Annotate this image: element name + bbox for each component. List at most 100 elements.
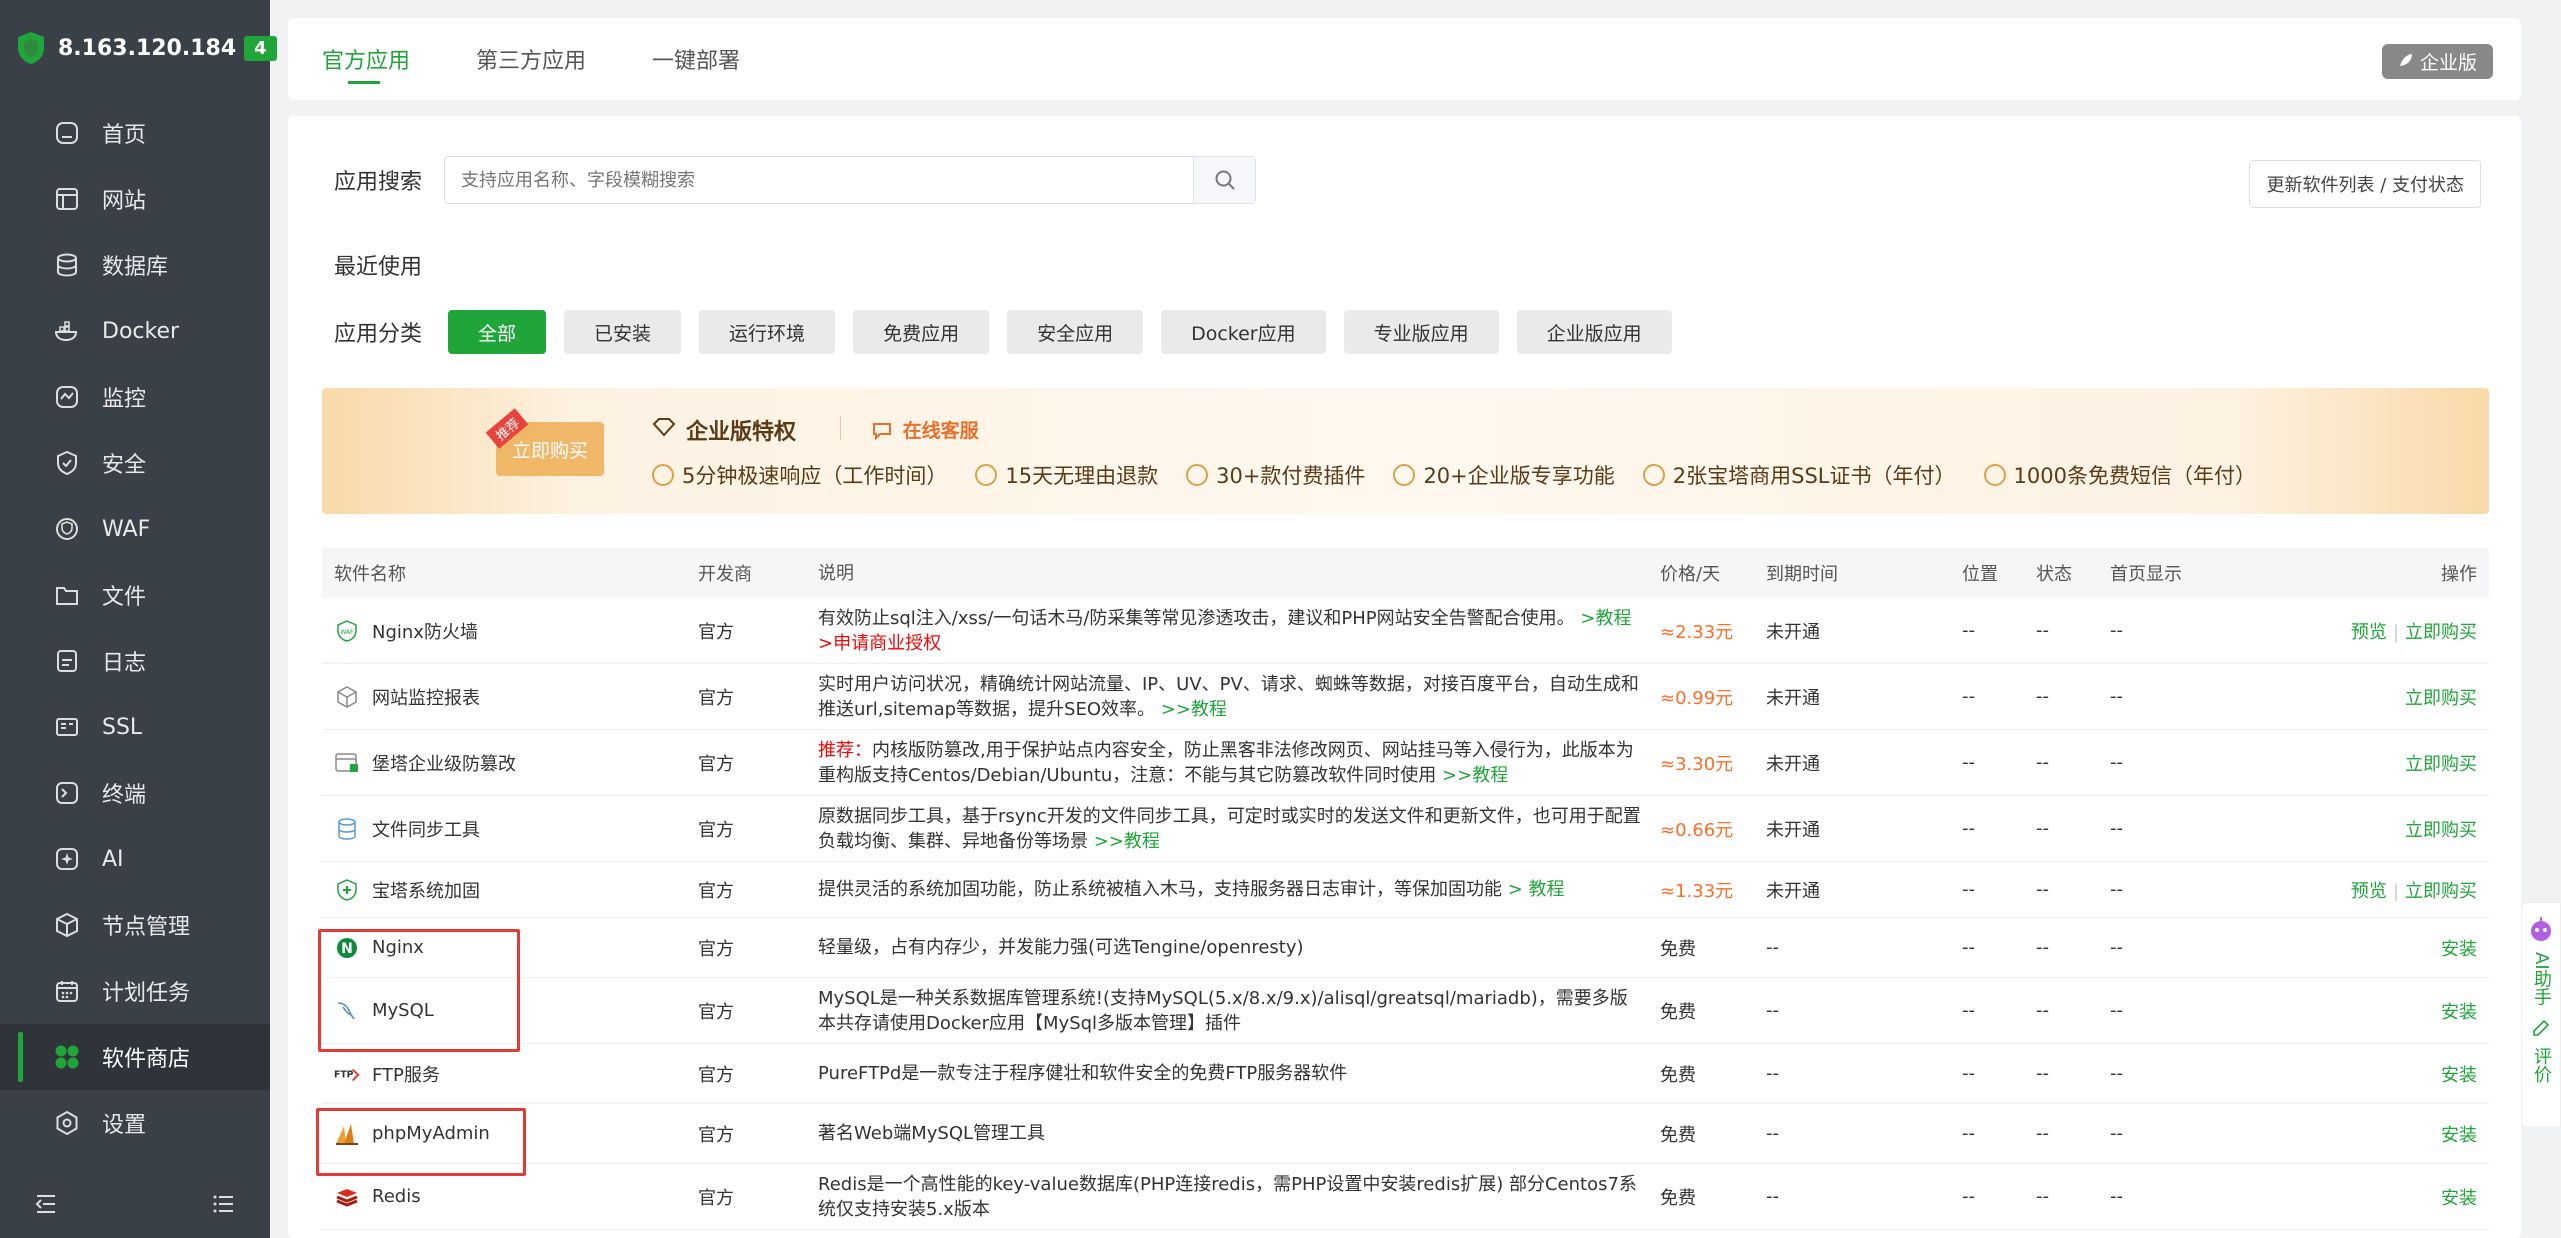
preview-link[interactable]: 预览 (2351, 881, 2387, 902)
install-link[interactable]: 安装 (2441, 1065, 2477, 1086)
perk-text: 2张宝塔商用SSL证书（年付） (1672, 464, 1956, 488)
banner-perk: 5分钟极速响应（工作时间） (652, 460, 947, 490)
commercial-license-link[interactable]: >申请商业授权 (818, 633, 941, 654)
expire-cell: -- (1766, 1063, 1779, 1084)
install-link[interactable]: 安装 (2441, 1188, 2477, 1209)
buy-now-link[interactable]: 立即购买 (2405, 754, 2477, 775)
category-button[interactable]: Docker应用 (1161, 310, 1326, 354)
website-icon (52, 184, 82, 214)
ai-assistant-float[interactable]: AI助手 评价 (2521, 902, 2561, 1128)
review-label[interactable]: 评价 (2531, 1047, 2552, 1083)
install-link[interactable]: 安装 (2441, 1002, 2477, 1023)
table-row[interactable]: FTP FTP服务 官方 PureFTPd是一款专注于程序健壮和软件安全的免费FTP服… (322, 1044, 2489, 1104)
svg-text:WAF: WAF (340, 629, 354, 636)
menu-list-icon[interactable] (210, 1190, 238, 1218)
table-row[interactable]: 宝塔系统加固 官方 提供灵活的系统加固功能，防止系统被植入木马，支持服务器日志审计，… (322, 862, 2489, 918)
sidebar-item-database[interactable]: 数据库 (0, 232, 270, 298)
category-button[interactable]: 企业版应用 (1516, 310, 1672, 354)
table-row[interactable]: Redis 官方 Redis是一个高性能的key-value数据库(PHP连接red… (322, 1164, 2489, 1230)
sidebar-item-label: 数据库 (102, 255, 169, 280)
description-text: PureFTPd是一款专注于程序健壮和软件安全的免费FTP服务器软件 (818, 1063, 1348, 1084)
software-icon (334, 684, 360, 710)
search-row: 应用搜索 (334, 156, 1257, 204)
sidebar-item-log[interactable]: 日志 (0, 628, 270, 694)
sidebar-item-website[interactable]: 网站 (0, 166, 270, 232)
developer-cell: 官方 (698, 880, 734, 902)
ai-assistant-label[interactable]: AI助手 (2531, 952, 2552, 1006)
sidebar-item-terminal[interactable]: 终端 (0, 760, 270, 826)
expire-cell: -- (1766, 1186, 1779, 1207)
sidebar-item-ssl[interactable]: SSL (0, 694, 270, 760)
server-ip: 8.163.120.184 (58, 35, 237, 61)
software-name: 宝塔系统加固 (372, 880, 480, 902)
col-software-name: 软件名称 (334, 564, 406, 585)
description-text: 提供灵活的系统加固功能，防止系统被植入木马，支持服务器日志审计，等保加固功能 (818, 879, 1502, 900)
tutorial-link[interactable]: >>教程 (1442, 765, 1508, 786)
tutorial-link[interactable]: >教程 (1580, 608, 1631, 629)
ai-bot-icon (2527, 915, 2555, 948)
table-row[interactable]: 网站监控报表 官方 实时用户访问状况，精确统计网站流量、IP、UV、PV、请求、蜘蛛… (322, 664, 2489, 730)
category-button[interactable]: 专业版应用 (1343, 310, 1499, 354)
software-name: 堡塔企业级防篡改 (372, 753, 516, 775)
collapse-sidebar-icon[interactable] (32, 1190, 60, 1218)
buy-now-link[interactable]: 立即购买 (2405, 881, 2477, 902)
buy-now-link[interactable]: 立即购买 (2405, 820, 2477, 841)
buy-now-link[interactable]: 立即购买 (2405, 688, 2477, 709)
install-link[interactable]: 安装 (2441, 1125, 2477, 1146)
enterprise-edition-button[interactable]: 企业版 (2381, 44, 2493, 79)
table-row[interactable]: 文件同步工具 官方 原数据同步工具，基于rsync开发的文件同步工具，可定时或实时的… (322, 796, 2489, 862)
category-button[interactable]: 安全应用 (1007, 310, 1144, 354)
software-name-cell: phpMyAdmin (322, 1121, 698, 1147)
software-icon: WAF (334, 618, 360, 644)
description-text: 有效防止sql注入/xss/一句话木马/防采集等常见渗透攻击，建议和PHP网站安… (818, 607, 1575, 629)
app-search-input[interactable] (445, 157, 1194, 203)
description-cell: 提供灵活的系统加固功能，防止系统被植入木马，支持服务器日志审计，等保加固功能 >… (818, 877, 1660, 902)
sidebar-item-ai[interactable]: AI (0, 826, 270, 892)
table-row[interactable]: WAF Nginx防火墙 官方 有效防止sql注入/xss/一句话木马/防采集等常见渗… (322, 598, 2489, 664)
sidebar-item-shield-check[interactable]: 安全 (0, 430, 270, 496)
sidebar-item-calendar[interactable]: 计划任务 (0, 958, 270, 1024)
sidebar-item-waf[interactable]: WAF (0, 496, 270, 562)
category-button[interactable]: 全部 (448, 310, 547, 354)
sidebar-item-settings[interactable]: 设置 (0, 1090, 270, 1156)
tab-official-apps[interactable]: 官方应用 (322, 18, 410, 100)
sidebar-item-docker[interactable]: Docker (0, 298, 270, 364)
sidebar-item-label: 首页 (102, 123, 147, 148)
sidebar-item-home[interactable]: 首页 (0, 100, 270, 166)
table-row[interactable]: phpMyAdmin 官方 著名Web端MySQL管理工具 免费 -- -- -- -- 安装 (322, 1104, 2489, 1164)
description-cell: MySQL是一种关系数据库管理系统!(支持MySQL(5.x/8.x/9.x)/… (818, 986, 1660, 1036)
tutorial-link[interactable]: >>教程 (1161, 699, 1227, 720)
server-header[interactable]: 8.163.120.184 4 (16, 28, 277, 68)
sidebar-item-monitor[interactable]: 监控 (0, 364, 270, 430)
update-software-list-button[interactable]: 更新软件列表 / 支付状态 (2249, 160, 2481, 208)
sidebar-item-label: 文件 (102, 585, 147, 610)
description-text: 内核版防篡改,用于保护站点内容安全，防止黑客非法修改网页、网站挂马等入侵行为，此… (818, 739, 1634, 786)
location-cell: -- (1962, 752, 1975, 773)
buy-now-link[interactable]: 立即购买 (2405, 622, 2477, 643)
category-button[interactable]: 运行环境 (699, 310, 836, 354)
sidebar-item-app-store[interactable]: 软件商店 (0, 1024, 270, 1090)
table-row[interactable]: MySQL 官方 MySQL是一种关系数据库管理系统!(支持MySQL(5.x/8.… (322, 978, 2489, 1044)
developer-cell: 官方 (698, 1187, 734, 1209)
tutorial-link[interactable]: > 教程 (1508, 879, 1565, 900)
tab-third-party-apps[interactable]: 第三方应用 (476, 18, 586, 100)
developer-cell: 官方 (698, 1124, 734, 1146)
tab-one-click-deploy[interactable]: 一键部署 (652, 18, 740, 100)
preview-link[interactable]: 预览 (2351, 622, 2387, 643)
table-row[interactable]: 堡塔企业级防篡改 官方 推荐：内核版防篡改,用于保护站点内容安全，防止黑客非法修改网… (322, 730, 2489, 796)
expire-cell: 未开通 (1766, 621, 1820, 643)
description-text: Redis是一个高性能的key-value数据库(PHP连接redis，需PHP… (818, 1173, 1637, 1220)
category-button[interactable]: 免费应用 (853, 310, 990, 354)
install-link[interactable]: 安装 (2441, 939, 2477, 960)
home-display-cell: -- (2110, 686, 2123, 707)
table-row[interactable]: N Nginx 官方 轻量级，占有内存少，并发能力强(可选Tengine/openre… (322, 918, 2489, 978)
category-button[interactable]: 已安装 (564, 310, 682, 354)
search-button[interactable] (1193, 157, 1256, 203)
search-icon (1215, 170, 1235, 190)
sidebar-item-node[interactable]: 节点管理 (0, 892, 270, 958)
status-cell: -- (2036, 1000, 2049, 1021)
status-cell: -- (2036, 752, 2049, 773)
online-service-link[interactable]: 在线客服 (872, 416, 979, 443)
tutorial-link[interactable]: >>教程 (1094, 831, 1160, 852)
sidebar-item-folder[interactable]: 文件 (0, 562, 270, 628)
